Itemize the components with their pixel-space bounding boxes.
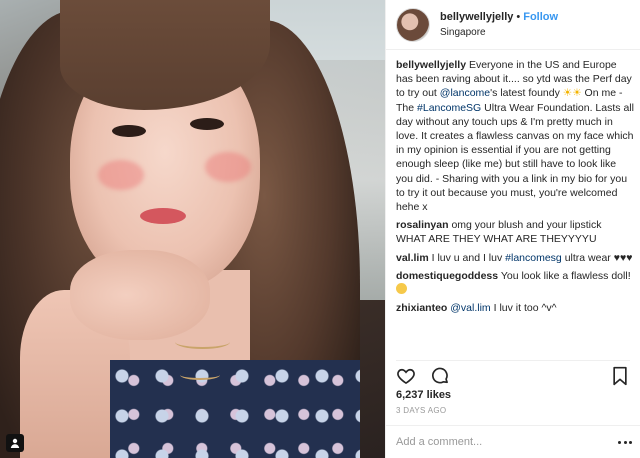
follow-button[interactable]: Follow: [523, 11, 558, 23]
photo-hand: [70, 250, 210, 340]
post-actions: [396, 360, 630, 386]
person-icon: [10, 438, 20, 448]
bookmark-icon: [613, 366, 627, 385]
heart-emoji-icon: ♥♥♥: [613, 251, 633, 264]
caption-text: 's latest foundy: [490, 87, 563, 100]
photo-eye-left: [112, 125, 146, 137]
save-button[interactable]: [610, 366, 630, 386]
heart-icon: [397, 368, 415, 384]
comment-input[interactable]: [396, 436, 596, 448]
list-item: val.lim I luv u and I luv #lancomesg ult…: [396, 251, 634, 265]
avatar[interactable]: [396, 7, 430, 42]
post-photo[interactable]: [0, 0, 385, 458]
photo-eye-right: [190, 118, 224, 130]
comment-text: You look like a flawless doll!: [498, 269, 631, 282]
photo-dress: [110, 360, 360, 458]
post-header-text: bellywellyjelly • Follow Singapore: [440, 10, 558, 40]
post-timestamp[interactable]: 3 DAYS AGO: [396, 406, 446, 415]
comment-username[interactable]: rosalinyan: [396, 219, 449, 231]
post-header: bellywellyjelly • Follow Singapore: [386, 0, 640, 50]
user-tag-badge[interactable]: [6, 434, 24, 452]
caption-mention-link[interactable]: @lancome: [440, 87, 490, 99]
photo-cheek-right: [205, 152, 251, 182]
comment-mention-link[interactable]: @val.lim: [450, 302, 490, 314]
likes-count[interactable]: 6,237 likes: [396, 389, 451, 401]
photo-necklace-pendant: [180, 370, 220, 380]
grinning-emoji-icon: [396, 283, 407, 295]
sun-emoji-icon: ☀☀: [562, 87, 582, 100]
comment-hashtag-link[interactable]: #lancomesg: [505, 252, 562, 264]
post-location[interactable]: Singapore: [440, 25, 558, 40]
caption-text: Ultra Wear Foundation. Lasts all day wit…: [396, 101, 634, 214]
more-dot: [618, 440, 621, 444]
comment-icon: [432, 367, 448, 383]
list-item: zhixianteo @val.lim I luv it too ^v^: [396, 301, 634, 315]
photo-cheek-left: [98, 160, 144, 190]
comments-list[interactable]: bellywellyjelly Everyone in the US and E…: [396, 58, 634, 356]
comment-text: ultra wear: [561, 251, 614, 264]
photo-necklace: [175, 335, 230, 349]
comment-text: I luv it too ^v^: [490, 302, 557, 315]
post-username[interactable]: bellywellyjelly: [440, 11, 513, 23]
separator-dot: •: [516, 10, 521, 23]
caption-hashtag-link[interactable]: #LancomeSG: [417, 102, 481, 114]
photo-lips: [140, 208, 186, 224]
comment-text: I luv u and I luv: [428, 251, 506, 264]
comment-username[interactable]: val.lim: [396, 252, 429, 264]
caption-username[interactable]: bellywellyjelly: [396, 59, 466, 71]
like-button[interactable]: [396, 366, 416, 386]
comment-button[interactable]: [430, 366, 450, 386]
add-comment-bar: [386, 425, 640, 458]
caption: bellywellyjelly Everyone in the US and E…: [396, 58, 634, 214]
more-dot: [623, 440, 627, 444]
post-header-line: bellywellyjelly • Follow: [440, 10, 558, 25]
more-options-button[interactable]: [618, 440, 632, 444]
post-sidebar: bellywellyjelly • Follow Singapore bellywe…: [385, 0, 640, 458]
list-item: rosalinyan omg your blush and your lipst…: [396, 218, 634, 246]
comment-username[interactable]: domestiquegoddess: [396, 270, 498, 282]
list-item: domestiquegoddess You look like a flawle…: [396, 269, 634, 297]
more-dot: [629, 440, 632, 444]
comment-username[interactable]: zhixianteo: [396, 302, 447, 314]
